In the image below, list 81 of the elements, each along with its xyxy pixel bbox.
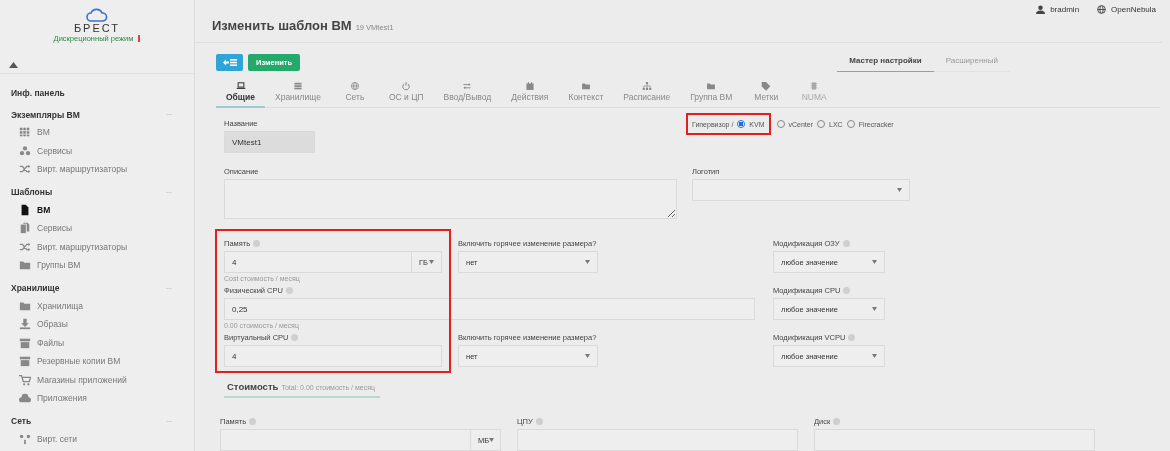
shuffle-icon bbox=[19, 163, 31, 176]
folder-icon bbox=[580, 81, 591, 91]
name-field[interactable]: VMtest1 bbox=[224, 131, 315, 153]
sidebar-item[interactable]: Образы bbox=[11, 315, 194, 334]
sidebar-section[interactable]: Сеть bbox=[11, 416, 32, 426]
cubes-icon bbox=[19, 144, 31, 157]
download-icon bbox=[19, 318, 31, 331]
power-icon bbox=[401, 81, 412, 91]
chip-icon bbox=[809, 81, 820, 91]
sidebar-section[interactable]: Хранилище bbox=[11, 283, 60, 293]
help-icon bbox=[249, 417, 257, 425]
help-icon bbox=[848, 333, 856, 341]
brand-name: БРЕСТ bbox=[73, 22, 121, 34]
cart-icon bbox=[19, 373, 31, 386]
folder-icon bbox=[19, 259, 31, 272]
caret-icon bbox=[872, 354, 877, 358]
sidebar-item[interactable]: Резервные копии ВМ bbox=[11, 352, 194, 371]
help-icon bbox=[833, 417, 841, 425]
caret-icon bbox=[585, 260, 590, 264]
shuffle-icon bbox=[19, 240, 31, 253]
cost-title: Стоимость bbox=[227, 381, 279, 392]
file-icon bbox=[19, 203, 31, 216]
sidebar-item[interactable]: ВМ bbox=[11, 123, 194, 142]
caret-icon bbox=[872, 307, 877, 311]
back-list-icon bbox=[222, 57, 237, 67]
caret-icon bbox=[585, 354, 590, 358]
sidebar-item[interactable]: Приложения bbox=[11, 389, 194, 408]
cloud-icon bbox=[19, 392, 31, 405]
calendar-icon bbox=[524, 81, 535, 91]
user-menu[interactable]: bradmin bbox=[1036, 4, 1080, 14]
network-icon bbox=[19, 432, 31, 445]
sidebar-item[interactable]: ВМ bbox=[11, 200, 194, 219]
sidebar-item[interactable]: Группы ВМ bbox=[11, 256, 194, 275]
user-icon bbox=[1036, 4, 1046, 14]
globe-icon bbox=[1097, 4, 1107, 14]
caret-icon bbox=[897, 188, 902, 192]
help-icon bbox=[535, 417, 543, 425]
sidebar-item[interactable]: Вирт. маршрутизаторы bbox=[11, 160, 194, 179]
zone-menu[interactable]: OpenNebula bbox=[1097, 4, 1156, 14]
help-icon bbox=[291, 333, 299, 341]
logo-select[interactable] bbox=[692, 179, 910, 201]
sidebar-item[interactable]: Хранилища bbox=[11, 296, 194, 315]
files-icon bbox=[19, 222, 31, 235]
sidebar-item[interactable]: Магазины приложений bbox=[11, 370, 194, 389]
description-field[interactable] bbox=[224, 179, 677, 219]
sidebar-section[interactable]: Шаблоны bbox=[11, 187, 53, 197]
caret-icon bbox=[429, 260, 434, 264]
tag-icon bbox=[761, 81, 772, 91]
globe-icon bbox=[349, 81, 360, 91]
sidebar-item[interactable]: Сервисы bbox=[11, 141, 194, 160]
page-title: Изменить шаблон ВМ bbox=[212, 18, 352, 33]
laptop-icon bbox=[235, 81, 246, 91]
box-icon bbox=[19, 336, 31, 349]
sidebar-item[interactable]: Вирт. маршрутизаторы bbox=[11, 237, 194, 256]
folder-icon bbox=[706, 81, 717, 91]
sidebar-section[interactable]: Инф. панель bbox=[11, 87, 65, 98]
list-icon bbox=[292, 81, 303, 91]
tab[interactable]: Общие bbox=[216, 79, 265, 108]
memory-field[interactable]: 4 bbox=[224, 251, 412, 273]
collapse-icon[interactable] bbox=[9, 62, 18, 68]
caret-icon bbox=[489, 438, 495, 442]
help-icon bbox=[843, 286, 851, 294]
grid-icon bbox=[19, 126, 31, 139]
help-icon bbox=[285, 286, 293, 294]
help-icon bbox=[253, 239, 261, 247]
help-icon bbox=[842, 239, 850, 247]
sidebar-item[interactable]: Файлы bbox=[11, 333, 194, 352]
sidebar-item[interactable]: Вирт. сети bbox=[11, 429, 194, 448]
sitemap-icon bbox=[641, 81, 652, 91]
box-icon bbox=[19, 355, 31, 368]
radio-button[interactable] bbox=[737, 120, 746, 128]
caret-icon bbox=[872, 260, 877, 264]
vcpu-field[interactable]: 4 bbox=[224, 345, 442, 367]
arrows-icon bbox=[462, 81, 473, 91]
cloud-logo-icon bbox=[86, 8, 108, 22]
sidebar-section[interactable]: Экземпляры ВМ bbox=[11, 109, 80, 120]
alert-icon bbox=[138, 35, 141, 42]
sidebar-item[interactable]: Сервисы bbox=[11, 219, 194, 238]
cpu-field[interactable]: 0,25 bbox=[224, 298, 755, 320]
mode-tab[interactable]: Мастер настройки bbox=[837, 52, 934, 72]
back-button[interactable] bbox=[216, 53, 243, 71]
